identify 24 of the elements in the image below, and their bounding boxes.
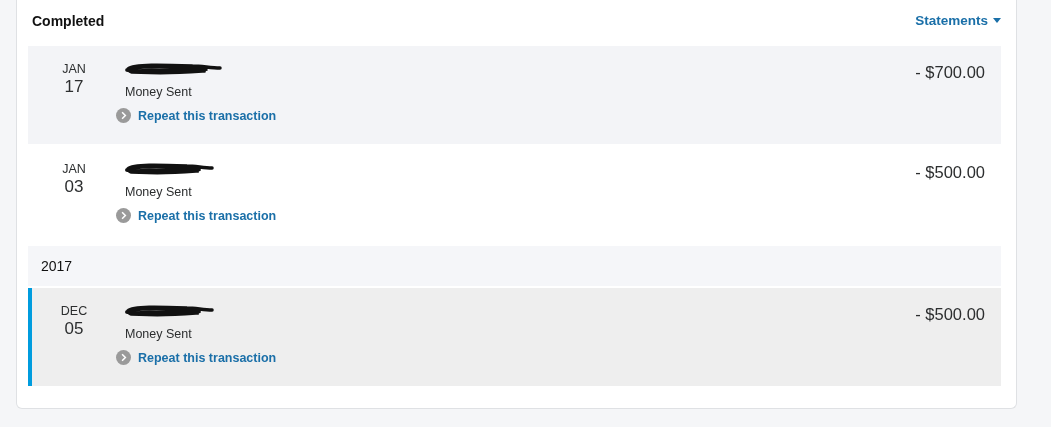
repeat-transaction-link[interactable]: Repeat this transaction bbox=[116, 350, 277, 365]
date-day: 17 bbox=[64, 77, 84, 97]
transaction-row[interactable]: JAN 17 Money Sent Repeat this transaction - $700.00 bbox=[28, 46, 1001, 144]
chevron-circle-icon bbox=[116, 350, 131, 365]
transaction-type: Money Sent bbox=[125, 184, 193, 200]
date-day: 05 bbox=[64, 319, 84, 339]
caret-icon bbox=[993, 18, 1001, 23]
repeat-transaction-link[interactable]: Repeat this transaction bbox=[116, 108, 277, 123]
section-title: Completed bbox=[31, 12, 105, 29]
chevron-circle-icon bbox=[116, 108, 131, 123]
transaction-amount: - $500.00 bbox=[915, 304, 985, 325]
transaction-amount: - $700.00 bbox=[915, 62, 985, 83]
transaction-amount: - $500.00 bbox=[915, 162, 985, 183]
chevron-circle-icon bbox=[116, 208, 131, 223]
repeat-transaction-link[interactable]: Repeat this transaction bbox=[116, 208, 277, 223]
statements-dropdown[interactable]: Statements bbox=[915, 13, 1001, 28]
date-month: DEC bbox=[60, 304, 88, 319]
transaction-row[interactable]: DEC 05 Money Sent Repeat this transaction - $500.00 bbox=[28, 288, 1001, 386]
year-header: 2017 bbox=[28, 246, 1001, 286]
date-month: JAN bbox=[62, 62, 86, 77]
date-month: JAN bbox=[62, 162, 86, 177]
transaction-type: Money Sent bbox=[125, 326, 193, 342]
transaction-type: Money Sent bbox=[125, 84, 193, 100]
date-day: 03 bbox=[64, 177, 84, 197]
